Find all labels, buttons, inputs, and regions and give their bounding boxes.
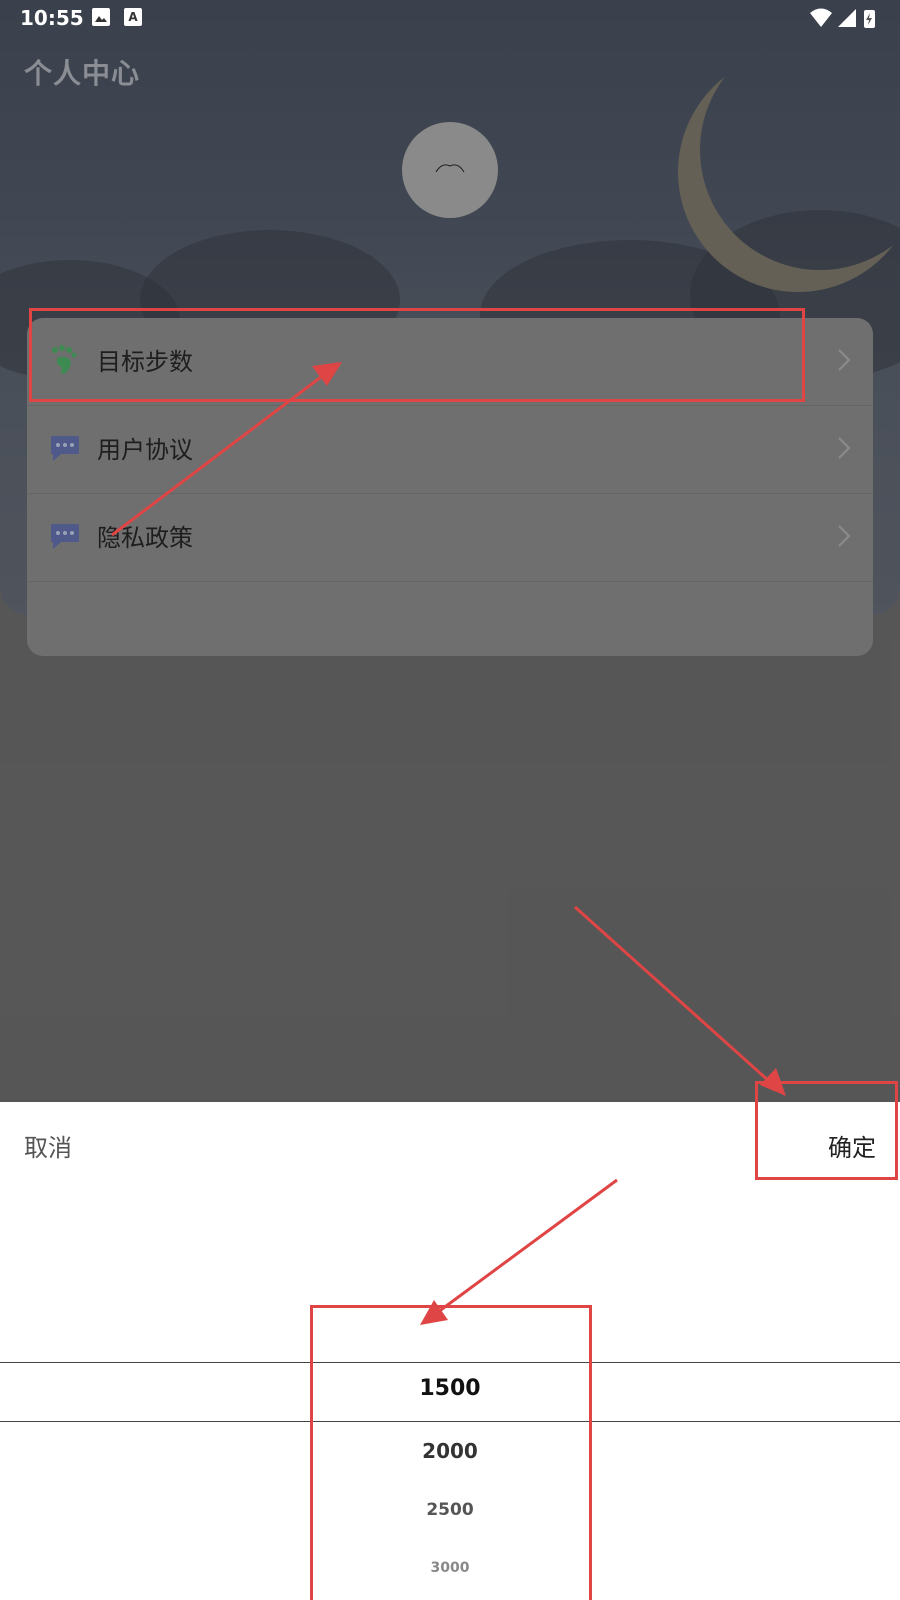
annotation-arrow [111,362,342,537]
annotation-arrows [111,362,786,1325]
annotation-arrow [573,905,786,1096]
annotation-arrow [420,1178,618,1325]
